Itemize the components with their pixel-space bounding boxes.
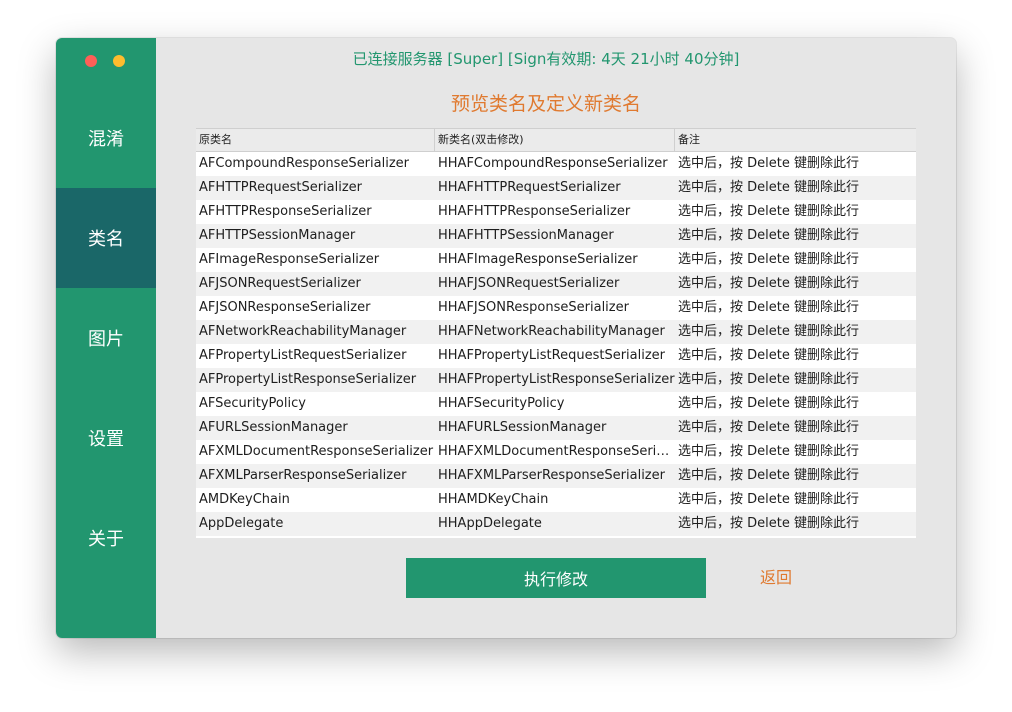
cell-new-name[interactable]: HHAFHTTPResponseSerializer (435, 200, 675, 224)
cell-note: 选中后，按 Delete 键删除此行 (678, 420, 859, 435)
cell-new-name[interactable]: HHAFNetworkReachabilityManager (435, 320, 675, 344)
cell-original-name: AFPropertyListRequestSerializer (199, 348, 407, 363)
cell-original-name: AFHTTPRequestSerializer (199, 180, 363, 195)
table-row[interactable]: AMDKeyChain HHAMDKeyChain 选中后，按 Delete 键删除… (196, 488, 916, 512)
cell-original-name: AFXMLParserResponseSerializer (199, 468, 407, 483)
table-row[interactable]: AFJSONResponseSerializer HHAFJSONResponse… (196, 296, 916, 320)
cell-note: 选中后，按 Delete 键删除此行 (678, 156, 859, 171)
cell-new-name[interactable]: HHAFJSONRequestSerializer (435, 272, 675, 296)
sidebar-item-label: 图片 (88, 329, 124, 350)
cell-note: 选中后，按 Delete 键删除此行 (678, 516, 859, 531)
sidebar-item-label: 设置 (88, 429, 124, 450)
cell-original-name: AFImageResponseSerializer (199, 252, 380, 267)
cell-original-name: AFNetworkReachabilityManager (199, 324, 407, 339)
connection-status: 已连接服务器 [Super] [Sign有效期: 4天 21小时 40分钟] (352, 50, 740, 68)
sidebar-item-class-names[interactable]: 类名 (56, 188, 156, 288)
app-window: 混淆 类名 图片 设置 关于 已连接服务器 [Super] [Sign有效期: … (56, 38, 956, 638)
table-row[interactable]: AFHTTPResponseSerializer HHAFHTTPResponse… (196, 200, 916, 224)
close-window-button[interactable] (85, 55, 97, 67)
table-row[interactable]: AppDelegate HHAppDelegate 选中后，按 Delete 键删除… (196, 512, 916, 536)
table-row[interactable]: AFHTTPSessionManager HHAFHTTPSessionManag… (196, 224, 916, 248)
table-row[interactable]: AFXMLParserResponseSerializer HHAFXMLPars… (196, 464, 916, 488)
cell-note: 选中后，按 Delete 键删除此行 (678, 324, 859, 339)
cell-original-name: AFJSONRequestSerializer (199, 276, 361, 291)
cell-original-name: AMDKeyChain (199, 492, 290, 507)
cell-note: 选中后，按 Delete 键删除此行 (678, 204, 859, 219)
minimize-window-button[interactable] (113, 55, 125, 67)
sidebar-item-label: 混淆 (88, 129, 124, 150)
table-row[interactable]: AFURLSessionManager HHAFURLSessionManager… (196, 416, 916, 440)
page-title: 预览类名及定义新类名 (450, 93, 641, 115)
sidebar-item-images[interactable]: 图片 (56, 288, 156, 388)
back-button[interactable]: 返回 (746, 558, 806, 598)
cell-original-name: AFSecurityPolicy (199, 396, 306, 411)
sidebar-item-obfuscate[interactable]: 混淆 (56, 88, 156, 188)
table-row[interactable]: AFXMLDocumentResponseSerializer HHAFXMLDo… (196, 440, 916, 464)
cell-new-name[interactable]: HHAFHTTPRequestSerializer (435, 176, 675, 200)
cell-note: 选中后，按 Delete 键删除此行 (678, 444, 859, 459)
cell-new-name[interactable]: HHAFJSONResponseSerializer (435, 296, 675, 320)
main-panel: 已连接服务器 [Super] [Sign有效期: 4天 21小时 40分钟] 预… (156, 38, 956, 638)
class-name-table[interactable]: 原类名 新类名(双击修改) 备注 AFCompoundResponseSeria… (196, 128, 916, 538)
cell-original-name: AppDelegate (199, 516, 284, 531)
cell-note: 选中后，按 Delete 键删除此行 (678, 396, 859, 411)
table-row[interactable]: AFSecurityPolicy HHAFSecurityPolicy 选中后，按 … (196, 392, 916, 416)
cell-original-name: AFURLSessionManager (199, 420, 348, 435)
cell-new-name[interactable]: HHAppDelegate (435, 512, 675, 536)
cell-note: 选中后，按 Delete 键删除此行 (678, 348, 859, 363)
column-header-new-name[interactable]: 新类名(双击修改) (435, 129, 675, 151)
cell-new-name[interactable]: HHAFHTTPSessionManager (435, 224, 675, 248)
sidebar-item-about[interactable]: 关于 (56, 488, 156, 588)
cell-new-name[interactable]: HHAFXMLParserResponseSerializer (435, 464, 675, 488)
cell-new-name[interactable]: HHAFPropertyListResponseSerializer (435, 368, 675, 392)
cell-original-name: AFJSONResponseSerializer (199, 300, 371, 315)
table-row[interactable]: AFCompoundResponseSerializer HHAFCompound… (196, 152, 916, 176)
cell-new-name[interactable]: HHAFSecurityPolicy (435, 392, 675, 416)
sidebar: 混淆 类名 图片 设置 关于 (56, 38, 156, 638)
table-row[interactable]: AFPropertyListRequestSerializer HHAFPrope… (196, 344, 916, 368)
cell-new-name[interactable]: HHAFURLSessionManager (435, 416, 675, 440)
cell-new-name[interactable]: HHAFImageResponseSerializer (435, 248, 675, 272)
cell-note: 选中后，按 Delete 键删除此行 (678, 252, 859, 267)
cell-note: 选中后，按 Delete 键删除此行 (678, 276, 859, 291)
table-row[interactable]: AFImageResponseSerializer HHAFImageRespon… (196, 248, 916, 272)
cell-original-name: AFHTTPResponseSerializer (199, 204, 372, 219)
cell-new-name[interactable]: HHAFPropertyListRequestSerializer (435, 344, 675, 368)
cell-note: 选中后，按 Delete 键删除此行 (678, 468, 859, 483)
sidebar-item-settings[interactable]: 设置 (56, 388, 156, 488)
cell-new-name[interactable]: HHAFXMLDocumentResponseSeriali... (435, 440, 675, 464)
table-body: AFCompoundResponseSerializer HHAFCompound… (196, 152, 916, 536)
cell-new-name[interactable]: HHAFCompoundResponseSerializer (435, 152, 675, 176)
sidebar-item-label: 关于 (88, 529, 124, 550)
cell-note: 选中后，按 Delete 键删除此行 (678, 180, 859, 195)
cell-note: 选中后，按 Delete 键删除此行 (678, 492, 859, 507)
table-row[interactable]: AFNetworkReachabilityManager HHAFNetworkR… (196, 320, 916, 344)
cell-note: 选中后，按 Delete 键删除此行 (678, 372, 859, 387)
cell-original-name: AFXMLDocumentResponseSerializer (199, 444, 434, 459)
cell-note: 选中后，按 Delete 键删除此行 (678, 228, 859, 243)
cell-note: 选中后，按 Delete 键删除此行 (678, 300, 859, 315)
column-header-original-name[interactable]: 原类名 (196, 129, 435, 151)
cell-original-name: AFPropertyListResponseSerializer (199, 372, 417, 387)
cell-original-name: AFHTTPSessionManager (199, 228, 356, 243)
execute-modify-button[interactable]: 执行修改 (406, 558, 706, 598)
cell-original-name: AFCompoundResponseSerializer (199, 156, 409, 171)
table-row[interactable]: AFHTTPRequestSerializer HHAFHTTPRequestSe… (196, 176, 916, 200)
sidebar-item-label: 类名 (88, 229, 124, 250)
table-row[interactable]: AFPropertyListResponseSerializer HHAFProp… (196, 368, 916, 392)
cell-new-name[interactable]: HHAMDKeyChain (435, 488, 675, 512)
table-header: 原类名 新类名(双击修改) 备注 (196, 128, 916, 152)
column-header-note[interactable]: 备注 (675, 129, 916, 151)
table-row[interactable]: AFJSONRequestSerializer HHAFJSONRequestSe… (196, 272, 916, 296)
